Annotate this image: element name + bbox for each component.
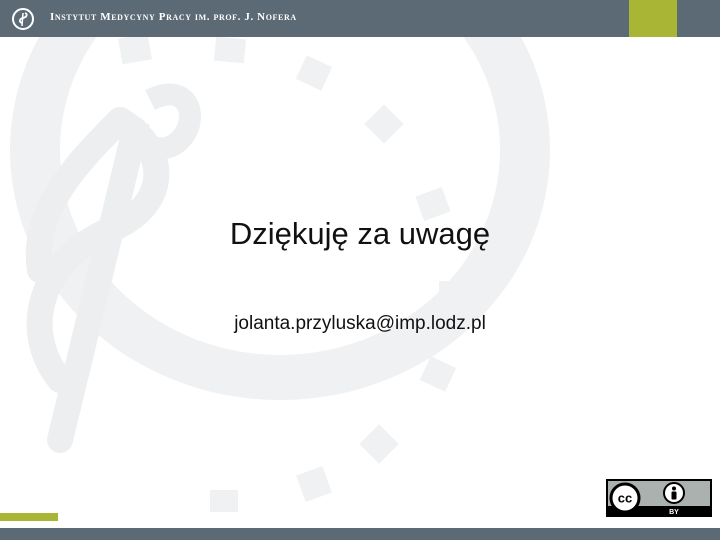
- slide-title-text: Dziękuję za uwagę: [229, 216, 491, 251]
- institute-name: Instytut Medycyny Pracy im. prof. J. Nof…: [50, 11, 297, 23]
- caduceus-logo-icon: [12, 8, 34, 30]
- header-accent-block: [629, 0, 677, 37]
- footer-bar: [0, 528, 720, 540]
- creative-commons-by-icon[interactable]: cc BY: [606, 479, 712, 517]
- by-label: BY: [669, 509, 679, 516]
- slide: Instytut Medycyny Pracy im. prof. J. Nof…: [0, 0, 720, 540]
- gear-watermark-icon: [10, 0, 550, 512]
- slide-title: Dziękuję za uwagę: [0, 216, 720, 252]
- contact-email: jolanta.przyluska@imp.lodz.pl: [234, 313, 486, 334]
- footer-accent-block: [0, 513, 58, 521]
- cc-label: cc: [618, 491, 632, 506]
